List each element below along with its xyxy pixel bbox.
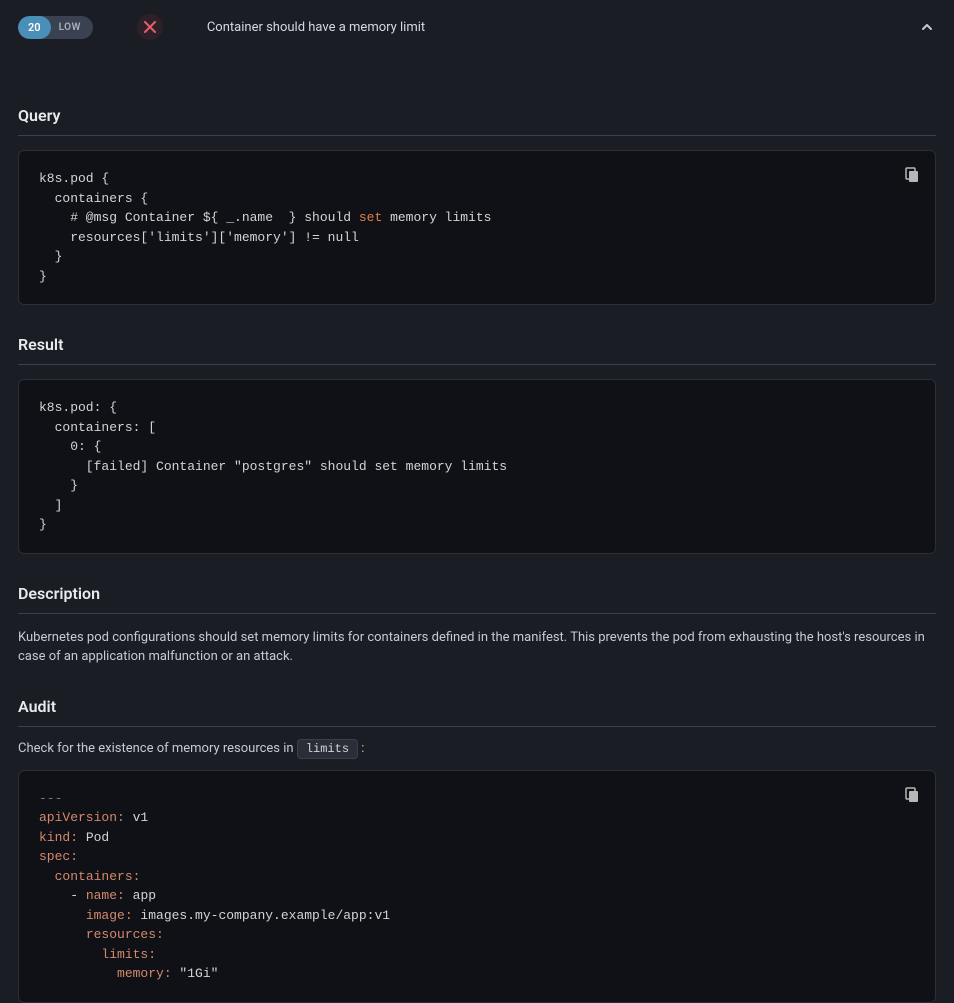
code-line: k8s.pod: { xyxy=(39,398,915,418)
code-line: [failed] Container "postgres" should set… xyxy=(39,457,915,477)
yaml-dashes: --- xyxy=(39,791,62,806)
code-line: containers { xyxy=(39,189,915,209)
code-line: limits: xyxy=(39,945,915,965)
code-line: k8s.pod { xyxy=(39,169,915,189)
code-line: memory: "1Gi" xyxy=(39,964,915,984)
code-line: spec: xyxy=(39,847,915,867)
audit-code-block: --- apiVersion: v1kind: Podspec: contain… xyxy=(18,770,936,1003)
code-line: resources: xyxy=(39,925,915,945)
code-line: containers: xyxy=(39,867,915,887)
audit-intro-prefix: Check for the existence of memory resour… xyxy=(18,741,297,756)
score-badge: 20 xyxy=(18,16,51,39)
audit-intro-suffix: : xyxy=(358,741,364,756)
audit-intro: Check for the existence of memory resour… xyxy=(18,741,936,756)
query-heading: Query xyxy=(18,94,936,136)
code-line: } xyxy=(39,515,915,535)
description-heading: Description xyxy=(18,572,936,614)
audit-heading: Audit xyxy=(18,685,936,727)
code-line: containers: [ xyxy=(39,418,915,438)
code-line: } xyxy=(39,267,915,287)
code-line: - name: app xyxy=(39,886,915,906)
code-line: 0: { xyxy=(39,437,915,457)
query-code-block: k8s.pod { containers { # @msg Container … xyxy=(18,150,936,305)
severity-badge: 20 LOW xyxy=(18,16,93,39)
fail-icon xyxy=(137,14,163,40)
code-line: ] xyxy=(39,496,915,516)
code-line: apiVersion: v1 xyxy=(39,808,915,828)
result-code-block: k8s.pod: { containers: [ 0: { [failed] C… xyxy=(18,379,936,554)
copy-button[interactable] xyxy=(903,785,921,803)
severity-label: LOW xyxy=(51,17,93,38)
code-line: # @msg Container ${ _.name } should set … xyxy=(39,208,915,228)
copy-button[interactable] xyxy=(903,165,921,183)
finding-header: 20 LOW Container should have a memory li… xyxy=(0,0,954,54)
code-line: } xyxy=(39,247,915,267)
code-line: resources['limits']['memory'] != null xyxy=(39,228,915,248)
finding-title: Container should have a memory limit xyxy=(207,20,902,35)
description-text: Kubernetes pod configurations should set… xyxy=(18,628,936,667)
inline-code-limits: limits xyxy=(297,739,358,759)
collapse-button[interactable] xyxy=(918,18,936,36)
code-line: kind: Pod xyxy=(39,828,915,848)
code-line: } xyxy=(39,476,915,496)
result-heading: Result xyxy=(18,323,936,365)
code-line: image: images.my-company.example/app:v1 xyxy=(39,906,915,926)
